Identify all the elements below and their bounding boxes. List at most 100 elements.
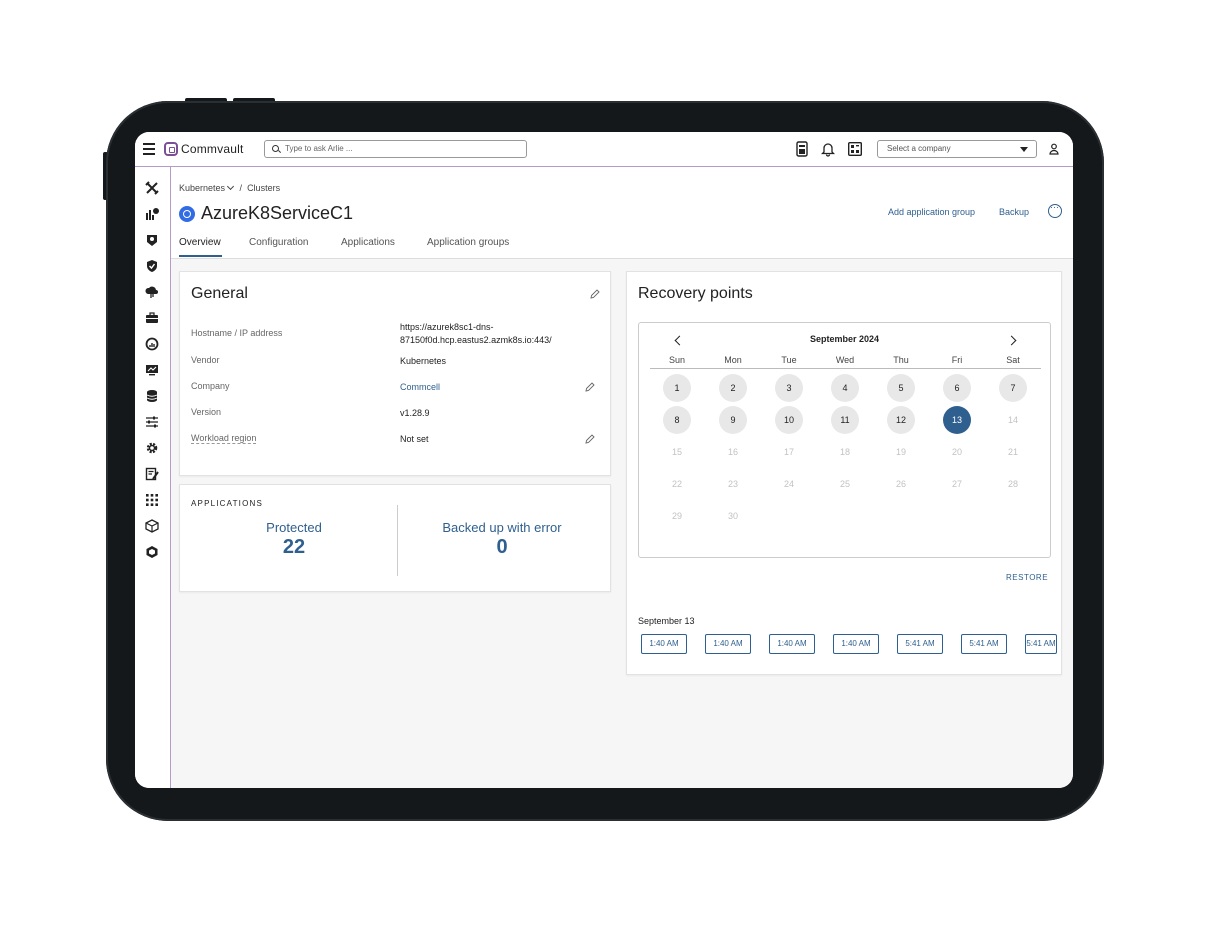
monitor-icon[interactable] (145, 363, 159, 377)
edit-company-icon[interactable] (585, 382, 595, 392)
company-select-value: Select a company (887, 144, 951, 153)
tab-overview[interactable]: Overview (179, 237, 221, 248)
apps-grid-icon[interactable] (145, 493, 159, 507)
commvault-logo-icon (164, 142, 178, 156)
protect-shield-icon[interactable] (145, 259, 159, 273)
recovery-time-chip[interactable]: 5:41 AM (897, 634, 943, 654)
calendar-day-28: 28 (1007, 479, 1018, 489)
calendar-day-6[interactable]: 6 (943, 374, 971, 402)
more-options-icon[interactable] (1048, 202, 1062, 218)
menu-icon[interactable] (143, 143, 155, 155)
weekday-mon: Mon (724, 355, 742, 365)
package-icon[interactable] (145, 519, 159, 533)
company-link[interactable]: Commcell (400, 381, 440, 394)
edit-document-icon[interactable] (145, 467, 159, 481)
calendar-day-19: 19 (895, 447, 906, 457)
brand-name[interactable]: Commvault (181, 142, 243, 156)
database-icon[interactable] (145, 389, 159, 403)
edit-general-icon[interactable] (590, 289, 600, 299)
main-content: Kubernetes / Clusters AzureK8ServiceC1 A… (171, 167, 1073, 788)
calendar-day-22: 22 (671, 479, 682, 489)
recovery-points-title: Recovery points (638, 285, 753, 302)
calendar-day-23: 23 (727, 479, 738, 489)
page-title: AzureK8ServiceC1 (201, 203, 354, 223)
add-application-group-button[interactable]: Add application group (888, 207, 975, 217)
screen: Commvault Type to ask Arlie ... Select a… (135, 132, 1073, 788)
bell-icon[interactable] (821, 141, 835, 157)
calendar-day-3[interactable]: 3 (775, 374, 803, 402)
recovery-time-chip[interactable]: 5:41 AM (1025, 634, 1057, 654)
search-placeholder: Type to ask Arlie ... (285, 144, 353, 153)
recovery-time-chip[interactable]: 1:40 AM (641, 634, 687, 654)
calendar-day-26: 26 (895, 479, 906, 489)
weekday-wed: Wed (835, 355, 855, 365)
settings-gear-icon[interactable] (145, 441, 159, 455)
recovery-time-chip[interactable]: 1:40 AM (769, 634, 815, 654)
calendar-day-12[interactable]: 12 (887, 406, 915, 434)
calendar-day-20: 20 (951, 447, 962, 457)
tab-applications[interactable]: Applications (341, 237, 395, 248)
calendar-day-8[interactable]: 8 (663, 406, 691, 434)
calendar-day-13[interactable]: 13 (943, 406, 971, 434)
chevron-down-icon[interactable] (227, 182, 235, 191)
company-select[interactable]: Select a company (877, 140, 1037, 158)
calendar-day-4[interactable]: 4 (831, 374, 859, 402)
protected-label[interactable]: Protected (220, 520, 368, 535)
dashboard-icon[interactable] (848, 141, 862, 157)
calendar-day-21: 21 (1007, 447, 1018, 457)
hostname-value: https://azurek8sc1-dns- 87150f0d.hcp.eas… (400, 321, 552, 347)
protected-count[interactable]: 22 (220, 536, 368, 559)
recovery-points-card: Recovery points September 2024 Sun Mon Tue… (626, 271, 1062, 675)
user-icon[interactable] (1049, 143, 1059, 155)
page-header: Kubernetes / Clusters AzureK8ServiceC1 A… (171, 167, 1073, 259)
recovery-time-chip[interactable]: 5:41 AM (961, 634, 1007, 654)
tools-icon[interactable] (145, 181, 159, 195)
backed-up-with-error-label[interactable]: Backed up with error (410, 520, 594, 535)
backed-up-with-error-count[interactable]: 0 (410, 536, 594, 559)
weekday-fri: Fri (951, 355, 963, 365)
reports-chart-icon[interactable] (145, 207, 159, 221)
briefcase-icon[interactable] (145, 311, 159, 325)
edit-workload-region-icon[interactable] (585, 434, 595, 444)
breadcrumb: Kubernetes / Clusters (179, 182, 281, 193)
calendar-day-10[interactable]: 10 (775, 406, 803, 434)
weekday-tue: Tue (781, 355, 797, 365)
backup-button[interactable]: Backup (999, 207, 1029, 217)
workload-region-label: Workload region (191, 433, 257, 444)
calendar-day-5[interactable]: 5 (887, 374, 915, 402)
calendar-day-1[interactable]: 1 (663, 374, 691, 402)
applications-card: APPLICATIONS Protected 22 Backed up with… (179, 484, 611, 592)
calendar-day-7[interactable]: 7 (999, 374, 1027, 402)
general-title: General (191, 285, 248, 302)
gauge-icon[interactable] (145, 337, 159, 351)
hexagon-icon[interactable] (145, 545, 159, 559)
calendar-day-29: 29 (671, 511, 682, 521)
calendar-day-2[interactable]: 2 (719, 374, 747, 402)
company-label: Company (191, 381, 230, 391)
hostname-value-line1: https://azurek8sc1-dns- (400, 322, 494, 332)
calendar-day-9[interactable]: 9 (719, 406, 747, 434)
calendar-day-25: 25 (839, 479, 850, 489)
applications-label: APPLICATIONS (191, 499, 264, 508)
tab-application-groups[interactable]: Application groups (427, 237, 509, 248)
calendar-day-11[interactable]: 11 (831, 406, 859, 434)
search-input[interactable]: Type to ask Arlie ... (264, 140, 527, 158)
calendar: September 2024 Sun Mon Tue Wed Thu Fri Sat 123… (638, 322, 1051, 558)
chevron-down-icon (1020, 147, 1028, 152)
breadcrumb-clusters[interactable]: Clusters (247, 183, 280, 193)
recovery-time-chip[interactable]: 1:40 AM (705, 634, 751, 654)
breadcrumb-kubernetes[interactable]: Kubernetes (179, 183, 225, 193)
weekday-sun: Sun (668, 355, 685, 365)
calendar-day-17: 17 (783, 447, 794, 457)
reports-icon[interactable] (795, 141, 809, 157)
restore-button[interactable]: RESTORE (1006, 573, 1048, 582)
calendar-day-14: 14 (1007, 415, 1018, 425)
vendor-label: Vendor (191, 355, 220, 365)
security-shield-icon[interactable] (145, 233, 159, 247)
calendar-day-15: 15 (671, 447, 682, 457)
hostname-label: Hostname / IP address (191, 328, 283, 338)
recovery-time-chip[interactable]: 1:40 AM (833, 634, 879, 654)
tab-configuration[interactable]: Configuration (249, 237, 308, 248)
cloud-icon[interactable] (145, 285, 159, 299)
sliders-icon[interactable] (145, 415, 159, 429)
